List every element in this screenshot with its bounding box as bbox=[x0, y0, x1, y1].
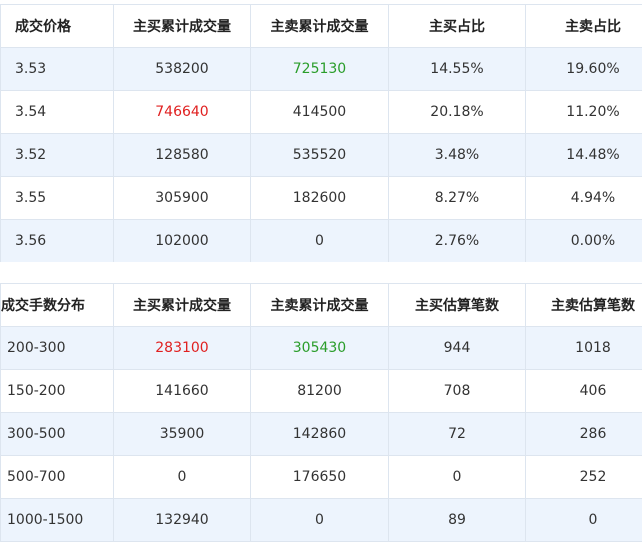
sell-count-cell: 1018 bbox=[526, 327, 642, 370]
buy-volume-cell: 102000 bbox=[114, 220, 251, 263]
table-row: 200-300 283100 305430 944 1018 bbox=[1, 327, 642, 370]
column-header-buy-volume[interactable]: 主买累计成交量 bbox=[114, 284, 251, 327]
column-header-price[interactable]: 成交价格 bbox=[1, 5, 114, 48]
sell-volume-cell: 0 bbox=[251, 499, 389, 542]
price-cell: 3.52 bbox=[1, 134, 114, 177]
buy-count-cell: 708 bbox=[389, 370, 526, 413]
buy-ratio-cell: 8.27% bbox=[389, 177, 526, 220]
sell-count-cell: 0 bbox=[526, 499, 642, 542]
buy-ratio-cell: 14.55% bbox=[389, 48, 526, 91]
sell-count-cell: 406 bbox=[526, 370, 642, 413]
sell-count-cell: 286 bbox=[526, 413, 642, 456]
buy-count-cell: 944 bbox=[389, 327, 526, 370]
table-row: 3.55 305900 182600 8.27% 4.94% bbox=[1, 177, 642, 220]
buy-volume-cell: 283100 bbox=[114, 327, 251, 370]
buy-count-cell: 72 bbox=[389, 413, 526, 456]
buy-count-cell: 89 bbox=[389, 499, 526, 542]
price-cell: 3.53 bbox=[1, 48, 114, 91]
column-header-lot-range[interactable]: 成交手数分布 bbox=[1, 284, 114, 327]
lot-range-cell: 1000-1500 bbox=[1, 499, 114, 542]
buy-volume-cell: 128580 bbox=[114, 134, 251, 177]
buy-ratio-cell: 20.18% bbox=[389, 91, 526, 134]
table-row: 500-700 0 176650 0 252 bbox=[1, 456, 642, 499]
price-distribution-table: 成交价格 主买累计成交量 主卖累计成交量 主买占比 主卖占比 3.53 5382… bbox=[0, 4, 642, 263]
sell-ratio-cell: 14.48% bbox=[526, 134, 642, 177]
lot-range-cell: 300-500 bbox=[1, 413, 114, 456]
column-header-sell-count[interactable]: 主卖估算笔数 bbox=[526, 284, 642, 327]
column-header-sell-ratio[interactable]: 主卖占比 bbox=[526, 5, 642, 48]
table-header-row: 成交手数分布 主买累计成交量 主卖累计成交量 主买估算笔数 主卖估算笔数 bbox=[1, 284, 642, 327]
price-cell: 3.56 bbox=[1, 220, 114, 263]
column-header-sell-volume[interactable]: 主卖累计成交量 bbox=[251, 284, 389, 327]
sell-ratio-cell: 0.00% bbox=[526, 220, 642, 263]
table-row: 3.53 538200 725130 14.55% 19.60% bbox=[1, 48, 642, 91]
buy-ratio-cell: 2.76% bbox=[389, 220, 526, 263]
lot-range-cell: 150-200 bbox=[1, 370, 114, 413]
sell-volume-cell: 142860 bbox=[251, 413, 389, 456]
table-row: 150-200 141660 81200 708 406 bbox=[1, 370, 642, 413]
sell-volume-cell: 176650 bbox=[251, 456, 389, 499]
sell-ratio-cell: 19.60% bbox=[526, 48, 642, 91]
buy-count-cell: 0 bbox=[389, 456, 526, 499]
buy-volume-cell: 35900 bbox=[114, 413, 251, 456]
column-header-buy-count[interactable]: 主买估算笔数 bbox=[389, 284, 526, 327]
lot-range-cell: 500-700 bbox=[1, 456, 114, 499]
table-row: 3.56 102000 0 2.76% 0.00% bbox=[1, 220, 642, 263]
table-row: 300-500 35900 142860 72 286 bbox=[1, 413, 642, 456]
sell-volume-cell: 414500 bbox=[251, 91, 389, 134]
table-row: 1000-1500 132940 0 89 0 bbox=[1, 499, 642, 542]
table-row: 3.54 746640 414500 20.18% 11.20% bbox=[1, 91, 642, 134]
buy-ratio-cell: 3.48% bbox=[389, 134, 526, 177]
sell-volume-cell: 81200 bbox=[251, 370, 389, 413]
sell-volume-cell: 725130 bbox=[251, 48, 389, 91]
sell-count-cell: 252 bbox=[526, 456, 642, 499]
buy-volume-cell: 746640 bbox=[114, 91, 251, 134]
column-header-sell-volume[interactable]: 主卖累计成交量 bbox=[251, 5, 389, 48]
lot-size-distribution-table: 成交手数分布 主买累计成交量 主卖累计成交量 主买估算笔数 主卖估算笔数 200… bbox=[0, 283, 642, 542]
sell-ratio-cell: 4.94% bbox=[526, 177, 642, 220]
buy-volume-cell: 538200 bbox=[114, 48, 251, 91]
sell-volume-cell: 0 bbox=[251, 220, 389, 263]
column-header-buy-volume[interactable]: 主买累计成交量 bbox=[114, 5, 251, 48]
buy-volume-cell: 0 bbox=[114, 456, 251, 499]
sell-volume-cell: 535520 bbox=[251, 134, 389, 177]
sell-volume-cell: 182600 bbox=[251, 177, 389, 220]
buy-volume-cell: 141660 bbox=[114, 370, 251, 413]
sell-volume-cell: 305430 bbox=[251, 327, 389, 370]
price-cell: 3.54 bbox=[1, 91, 114, 134]
table-header-row: 成交价格 主买累计成交量 主卖累计成交量 主买占比 主卖占比 bbox=[1, 5, 642, 48]
sell-ratio-cell: 11.20% bbox=[526, 91, 642, 134]
table-divider-gap bbox=[0, 262, 642, 283]
column-header-buy-ratio[interactable]: 主买占比 bbox=[389, 5, 526, 48]
price-cell: 3.55 bbox=[1, 177, 114, 220]
lot-range-cell: 200-300 bbox=[1, 327, 114, 370]
buy-volume-cell: 132940 bbox=[114, 499, 251, 542]
table-row: 3.52 128580 535520 3.48% 14.48% bbox=[1, 134, 642, 177]
buy-volume-cell: 305900 bbox=[114, 177, 251, 220]
